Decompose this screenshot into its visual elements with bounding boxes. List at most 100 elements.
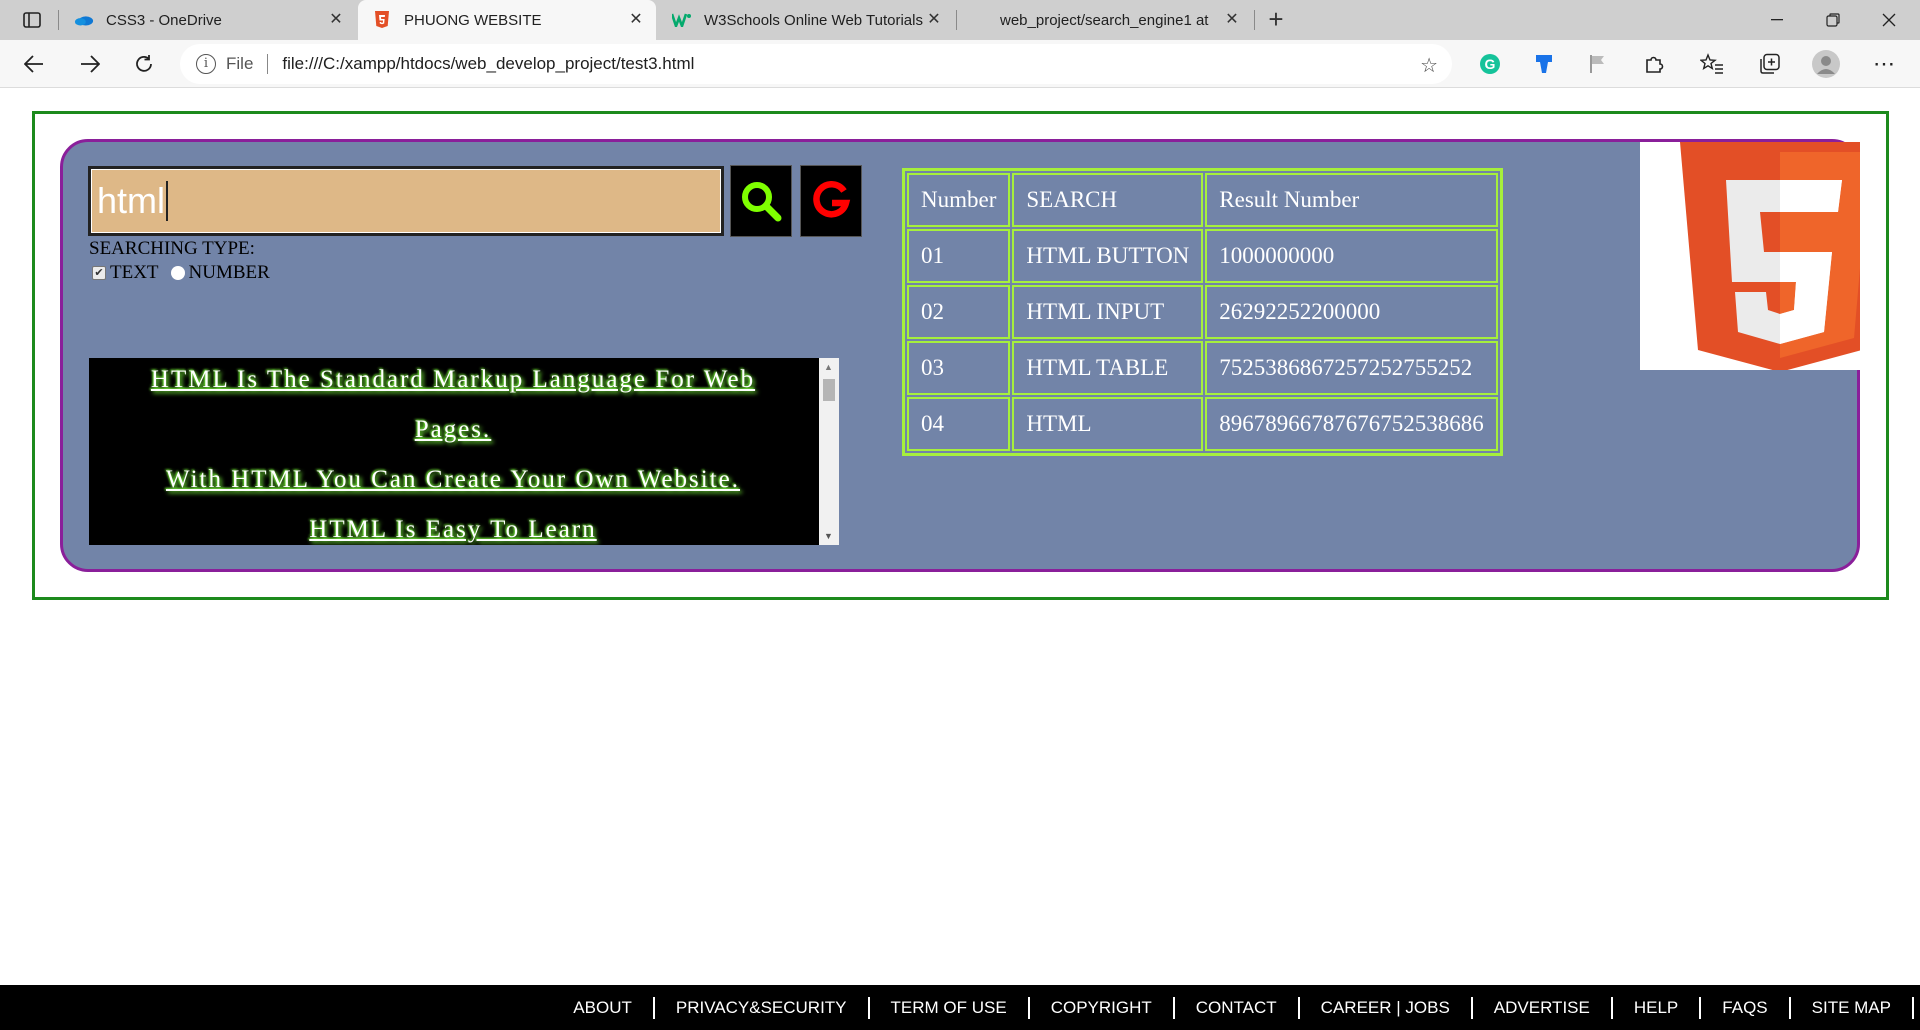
- column-header: Result Number: [1205, 173, 1498, 227]
- flag-icon[interactable]: [1584, 50, 1612, 78]
- number-type-label: NUMBER: [188, 262, 270, 283]
- add-favorite-icon[interactable]: ☆: [1420, 53, 1438, 78]
- search-input[interactable]: html: [88, 166, 724, 236]
- footer-link-help[interactable]: HELP: [1613, 998, 1699, 1018]
- table-row: 03 HTML TABLE 7525386867257252755252: [907, 341, 1498, 395]
- table-cell: HTML: [1012, 397, 1204, 451]
- back-arrow-icon[interactable]: [18, 48, 50, 80]
- restore-icon[interactable]: [1810, 0, 1856, 40]
- footer-separator: [1912, 996, 1914, 1019]
- table-row: 04 HTML 89678966787676752538686: [907, 397, 1498, 451]
- table-cell: 01: [907, 229, 1011, 283]
- marquee-line: Pages.: [414, 416, 492, 443]
- scrolling-text-box[interactable]: HTML Is The Standard Markup Language For…: [89, 358, 839, 545]
- footer-link-careers[interactable]: CAREER | JOBS: [1300, 998, 1471, 1018]
- close-icon[interactable]: ✕: [1222, 10, 1242, 30]
- tab-separator: [956, 10, 957, 30]
- table-cell: 89678966787676752538686: [1205, 397, 1498, 451]
- url-text[interactable]: file:///C:/xampp/htdocs/web_develop_proj…: [282, 54, 694, 74]
- footer-link-sitemap[interactable]: SITE MAP: [1791, 998, 1912, 1018]
- search-button[interactable]: [730, 165, 792, 237]
- tab-phuong-website[interactable]: PHUONG WEBSITE ✕: [358, 0, 656, 40]
- info-icon[interactable]: i: [196, 54, 216, 74]
- scroll-up-arrow-icon[interactable]: ▲: [824, 362, 833, 372]
- table-cell: 02: [907, 285, 1011, 339]
- search-input-value: html: [97, 180, 166, 221]
- scroll-thumb[interactable]: [823, 379, 835, 401]
- tab-w3schools[interactable]: W3Schools Online Web Tutorials ✕: [658, 0, 954, 40]
- address-toolbar: i File file:///C:/xampp/htdocs/web_devel…: [0, 40, 1920, 88]
- scroll-down-arrow-icon[interactable]: ▼: [824, 531, 833, 541]
- google-search-button[interactable]: [800, 165, 862, 237]
- tab-actions-icon[interactable]: [14, 8, 50, 32]
- table-cell: 26292252200000: [1205, 285, 1498, 339]
- table-cell: 7525386867257252755252: [1205, 341, 1498, 395]
- w3schools-icon: [672, 10, 692, 30]
- window-close-icon[interactable]: [1866, 0, 1912, 40]
- footer-link-contact[interactable]: CONTACT: [1175, 998, 1298, 1018]
- svg-text:G: G: [1485, 56, 1496, 72]
- table-row: 01 HTML BUTTON 1000000000: [907, 229, 1498, 283]
- tab-github[interactable]: web_project/search_engine1 at m ✕: [960, 0, 1252, 40]
- footer-link-privacy[interactable]: PRIVACY&SECURITY: [655, 998, 868, 1018]
- column-header: Number: [907, 173, 1011, 227]
- text-caret: [166, 181, 169, 221]
- collections-icon[interactable]: [1756, 50, 1784, 78]
- tab-title: W3Schools Online Web Tutorials: [704, 11, 923, 29]
- marquee-line: HTML Is The Standard Markup Language For…: [150, 366, 756, 393]
- table-cell: HTML BUTTON: [1012, 229, 1204, 283]
- tab-title: web_project/search_engine1 at m: [1000, 11, 1210, 29]
- footer-link-advertise[interactable]: ADVERTISE: [1473, 998, 1611, 1018]
- more-options-icon[interactable]: ⋯: [1870, 50, 1898, 78]
- table-cell: 03: [907, 341, 1011, 395]
- extensions-puzzle-icon[interactable]: [1640, 50, 1668, 78]
- marquee-line: With HTML You Can Create Your Own Websit…: [165, 466, 741, 493]
- vertical-scrollbar[interactable]: ▲ ▼: [819, 358, 839, 545]
- footer: ABOUT PRIVACY&SECURITY TERM OF USE COPYR…: [0, 985, 1920, 1030]
- minimize-icon[interactable]: [1754, 0, 1800, 40]
- favorites-icon[interactable]: [1698, 50, 1726, 78]
- reload-icon[interactable]: [128, 48, 160, 80]
- column-header: SEARCH: [1012, 173, 1204, 227]
- tab-title: CSS3 - OneDrive: [106, 11, 222, 29]
- table-cell: 04: [907, 397, 1011, 451]
- table-cell: 1000000000: [1205, 229, 1498, 283]
- footer-nav: ABOUT PRIVACY&SECURITY TERM OF USE COPYR…: [552, 985, 1914, 1030]
- google-g-icon: [813, 181, 851, 218]
- footer-link-faqs[interactable]: FAQS: [1701, 998, 1788, 1018]
- number-type-radio[interactable]: [170, 266, 185, 280]
- scheme-label: File: [226, 54, 254, 73]
- footer-link-copyright[interactable]: COPYRIGHT: [1030, 998, 1173, 1018]
- results-table: Number SEARCH Result Number 01 HTML BUTT…: [902, 168, 1503, 456]
- text-type-checkbox[interactable]: ✔: [92, 266, 106, 280]
- extension-blue-icon[interactable]: [1530, 50, 1558, 78]
- forward-arrow-icon[interactable]: [74, 48, 106, 80]
- text-type-label: TEXT: [110, 262, 159, 283]
- magnifier-icon: [742, 182, 782, 222]
- footer-link-terms[interactable]: TERM OF USE: [870, 998, 1028, 1018]
- tab-onedrive[interactable]: CSS3 - OneDrive ✕: [60, 0, 356, 40]
- browser-tab-bar: CSS3 - OneDrive ✕ PHUONG WEBSITE ✕ W3Sch…: [0, 0, 1920, 40]
- onedrive-icon: [74, 10, 94, 30]
- tab-separator: [1254, 10, 1255, 30]
- table-cell: HTML TABLE: [1012, 341, 1204, 395]
- searching-type-label: SEARCHING TYPE:: [89, 238, 255, 259]
- grammarly-icon[interactable]: G: [1476, 50, 1504, 78]
- address-bar[interactable]: i File file:///C:/xampp/htdocs/web_devel…: [180, 44, 1452, 84]
- table-row: 02 HTML INPUT 26292252200000: [907, 285, 1498, 339]
- searching-type-options: ✔ TEXT NUMBER: [92, 262, 270, 284]
- marquee-line: HTML Is Easy To Learn: [309, 516, 597, 543]
- close-icon[interactable]: ✕: [924, 10, 944, 30]
- close-icon[interactable]: ✕: [626, 10, 646, 30]
- html5-logo: [1640, 142, 1860, 370]
- footer-link-about[interactable]: ABOUT: [552, 998, 653, 1018]
- table-cell: HTML INPUT: [1012, 285, 1204, 339]
- tab-separator: [58, 10, 59, 30]
- divider: [267, 54, 269, 74]
- table-header-row: Number SEARCH Result Number: [907, 173, 1498, 227]
- avatar[interactable]: [1812, 50, 1840, 78]
- html5-icon: [372, 10, 392, 30]
- tab-title: PHUONG WEBSITE: [404, 11, 542, 29]
- new-tab-plus-icon[interactable]: +: [1262, 6, 1290, 34]
- close-icon[interactable]: ✕: [326, 10, 346, 30]
